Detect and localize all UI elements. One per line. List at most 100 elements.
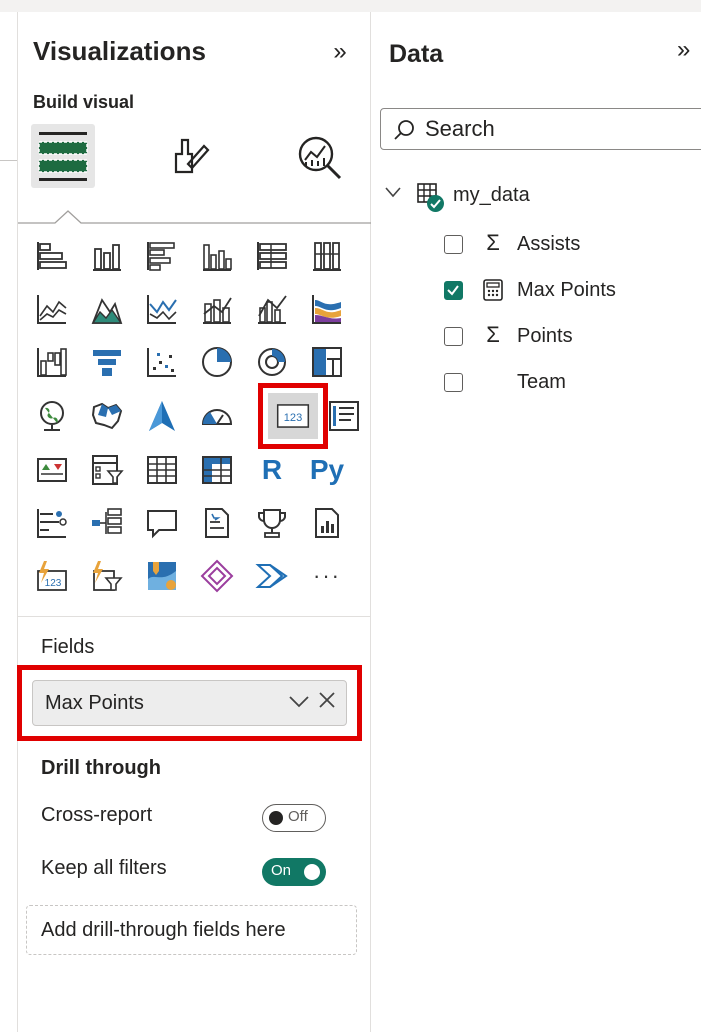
arcgis-map-icon[interactable] bbox=[140, 554, 184, 598]
sigma-icon: Σ bbox=[486, 322, 500, 347]
multi-row-card-icon[interactable] bbox=[322, 394, 366, 438]
card-visual-button[interactable]: 123 bbox=[258, 383, 328, 449]
more-visuals-label: ··· bbox=[313, 563, 341, 588]
matrix-icon[interactable] bbox=[195, 448, 239, 492]
canvas-edge-line bbox=[0, 160, 18, 161]
fields-label: Fields bbox=[41, 636, 95, 658]
field-checkbox[interactable] bbox=[444, 235, 463, 254]
waterfall-chart-icon[interactable] bbox=[30, 340, 74, 384]
power-apps-card-icon[interactable]: 123 bbox=[30, 554, 74, 598]
keep-all-filters-label: Keep all filters bbox=[41, 857, 167, 879]
chevron-down-icon[interactable] bbox=[385, 184, 401, 200]
python-visual-label: Py bbox=[309, 454, 345, 485]
svg-text:123: 123 bbox=[45, 578, 62, 589]
build-visual-tab[interactable] bbox=[31, 124, 95, 188]
smart-narrative-icon[interactable] bbox=[195, 501, 239, 545]
filled-map-icon[interactable] bbox=[85, 394, 129, 438]
format-visual-tab[interactable] bbox=[166, 132, 214, 180]
analytics-tab[interactable] bbox=[294, 132, 346, 184]
field-name: Points bbox=[517, 325, 573, 347]
stacked-area-chart-icon[interactable] bbox=[140, 287, 184, 331]
power-automate-icon[interactable] bbox=[250, 554, 294, 598]
dropzone-label: Add drill-through fields here bbox=[41, 919, 286, 941]
cross-report-label: Cross-report bbox=[41, 804, 153, 826]
decomposition-tree-icon[interactable] bbox=[85, 501, 129, 545]
ribbon-chart-icon[interactable] bbox=[305, 287, 349, 331]
pie-chart-icon[interactable] bbox=[195, 340, 239, 384]
stacked-column-chart-icon[interactable] bbox=[85, 234, 129, 278]
keep-all-filters-toggle-text: On bbox=[271, 862, 292, 879]
clustered-bar-chart-icon[interactable] bbox=[140, 234, 184, 278]
stacked-bar-chart-icon[interactable] bbox=[30, 234, 74, 278]
power-automate-slicer-icon[interactable] bbox=[85, 554, 129, 598]
double-chevron-right-icon[interactable]: » bbox=[326, 38, 354, 66]
field-row-points[interactable]: Σ Points bbox=[444, 324, 684, 352]
treemap-icon[interactable] bbox=[305, 340, 349, 384]
card-visual-icon: 123 bbox=[276, 404, 310, 428]
build-visual-label: Build visual bbox=[33, 92, 135, 112]
field-checkbox[interactable] bbox=[444, 373, 463, 392]
card-visual-icon-wrap: 123 bbox=[268, 393, 318, 439]
goals-trophy-icon[interactable] bbox=[250, 501, 294, 545]
python-visual-icon[interactable]: Py bbox=[305, 448, 349, 492]
line-and-stacked-column-icon[interactable] bbox=[195, 287, 239, 331]
card-visual-label: 123 bbox=[284, 412, 302, 424]
100-stacked-bar-chart-icon[interactable] bbox=[250, 234, 294, 278]
toggle-knob bbox=[304, 864, 320, 880]
analytics-icon bbox=[298, 136, 342, 180]
clustered-column-chart-icon[interactable] bbox=[195, 234, 239, 278]
data-pane: Data » my_data Σ Assists bbox=[371, 12, 701, 1032]
field-name: Assists bbox=[517, 233, 581, 255]
checkmark-badge-icon bbox=[427, 195, 444, 212]
field-row-team[interactable]: Team bbox=[444, 370, 684, 398]
table-name: my_data bbox=[453, 184, 530, 206]
tab-indicator-line bbox=[18, 210, 371, 224]
build-visual-icon bbox=[38, 132, 88, 181]
scatter-chart-icon[interactable] bbox=[140, 340, 184, 384]
chevron-down-icon[interactable] bbox=[288, 691, 310, 717]
field-name: Max Points bbox=[517, 279, 616, 301]
drill-through-heading: Drill through bbox=[41, 757, 161, 779]
close-icon[interactable] bbox=[318, 689, 336, 715]
double-chevron-right-icon[interactable]: » bbox=[677, 36, 701, 64]
donut-chart-icon[interactable] bbox=[250, 340, 294, 384]
fields-highlight-box: Max Points bbox=[17, 665, 362, 741]
cross-report-toggle[interactable]: Off bbox=[262, 804, 326, 832]
keep-all-filters-toggle[interactable]: On bbox=[262, 858, 326, 886]
field-row-max-points[interactable]: Max Points bbox=[444, 278, 684, 306]
map-icon[interactable] bbox=[30, 394, 74, 438]
visualizations-pane: Visualizations » Build visual 123 R Py 1… bbox=[17, 12, 371, 1032]
visualizations-title: Visualizations bbox=[33, 36, 206, 66]
data-pane-title: Data bbox=[389, 40, 444, 68]
field-name: Team bbox=[517, 371, 566, 393]
paginated-report-icon[interactable] bbox=[305, 501, 349, 545]
qa-visual-icon[interactable] bbox=[140, 501, 184, 545]
power-apps-icon[interactable] bbox=[195, 554, 239, 598]
r-script-visual-icon[interactable]: R bbox=[250, 448, 294, 492]
format-visual-icon bbox=[174, 138, 210, 174]
field-row-assists[interactable]: Σ Assists bbox=[444, 232, 684, 260]
section-divider bbox=[18, 616, 371, 617]
top-bar bbox=[0, 0, 701, 12]
100-stacked-column-chart-icon[interactable] bbox=[305, 234, 349, 278]
azure-map-icon[interactable] bbox=[140, 394, 184, 438]
key-influencers-icon[interactable] bbox=[30, 501, 74, 545]
more-visuals-button[interactable]: ··· bbox=[305, 554, 349, 598]
drill-through-dropzone[interactable]: Add drill-through fields here bbox=[26, 905, 357, 955]
cross-report-toggle-text: Off bbox=[288, 808, 308, 825]
table-icon[interactable] bbox=[140, 448, 184, 492]
funnel-chart-icon[interactable] bbox=[85, 340, 129, 384]
line-chart-icon[interactable] bbox=[30, 287, 74, 331]
field-well-value: Max Points bbox=[45, 692, 144, 714]
slicer-icon[interactable] bbox=[85, 448, 129, 492]
line-and-clustered-column-icon[interactable] bbox=[250, 287, 294, 331]
field-checkbox[interactable] bbox=[444, 327, 463, 346]
kpi-icon[interactable] bbox=[30, 448, 74, 492]
search-input[interactable] bbox=[425, 115, 695, 143]
toggle-knob bbox=[269, 811, 283, 825]
area-chart-icon[interactable] bbox=[85, 287, 129, 331]
field-well-max-points[interactable]: Max Points bbox=[32, 680, 347, 726]
field-checkbox-checked[interactable] bbox=[444, 281, 463, 300]
gauge-icon[interactable] bbox=[195, 394, 239, 438]
search-box[interactable] bbox=[380, 108, 701, 150]
